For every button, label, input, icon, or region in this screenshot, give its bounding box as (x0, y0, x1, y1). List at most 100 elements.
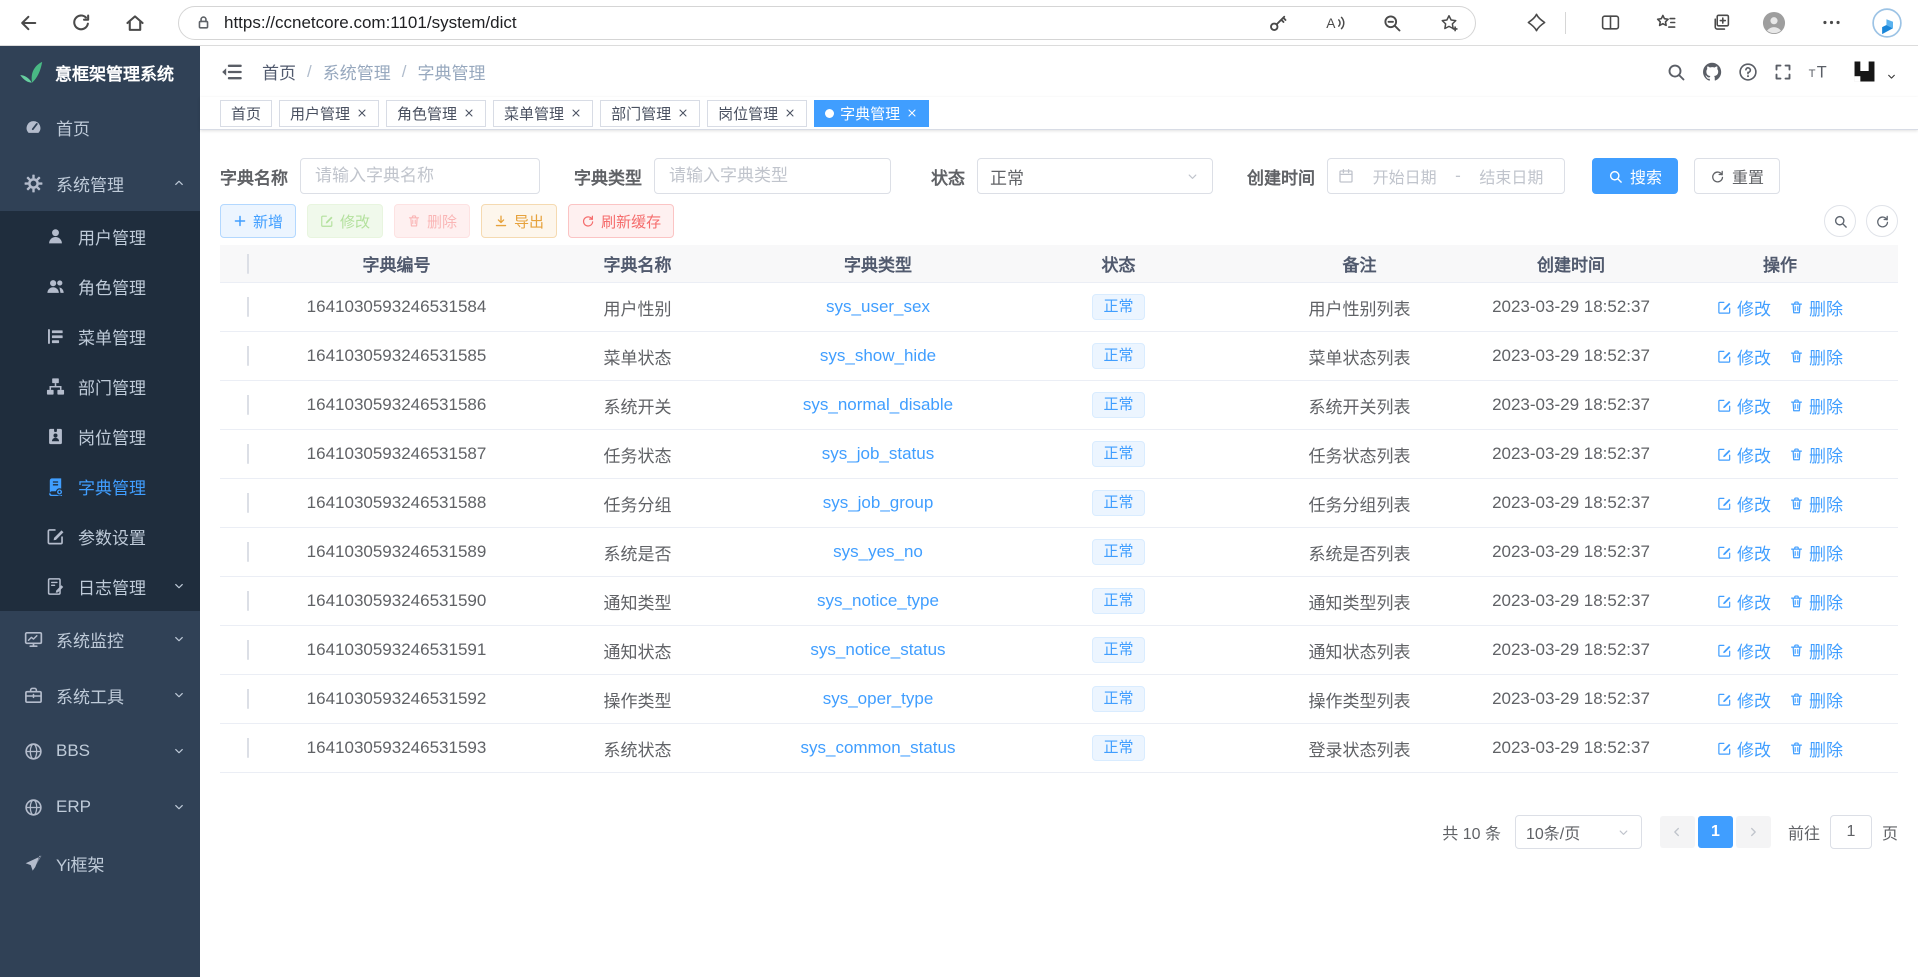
goto-page-input[interactable] (1830, 815, 1872, 849)
row-edit-link[interactable]: 修改 (1717, 589, 1771, 614)
sidebar-item-gear-1[interactable]: 系统管理 (0, 155, 200, 211)
delete-button[interactable]: 删除 (394, 204, 470, 238)
user-menu-caret-icon[interactable] (1885, 70, 1898, 83)
read-aloud-icon[interactable]: A (1325, 13, 1345, 33)
dict-type-link[interactable]: sys_oper_type (823, 689, 934, 708)
refresh-cache-button[interactable]: 刷新缓存 (568, 204, 674, 238)
row-edit-link[interactable]: 修改 (1717, 540, 1771, 565)
tab-4[interactable]: 部门管理 (600, 100, 700, 127)
github-icon[interactable] (1701, 61, 1723, 83)
user-avatar[interactable] (1850, 57, 1879, 86)
row-delete-link[interactable]: 删除 (1789, 393, 1843, 418)
tab-close-icon[interactable] (677, 107, 689, 119)
row-checkbox[interactable] (247, 689, 249, 709)
address-bar[interactable]: https://ccnetcore.com:1101/system/dict A (178, 6, 1476, 40)
zoom-out-icon[interactable] (1382, 13, 1402, 33)
tab-close-icon[interactable] (463, 107, 475, 119)
tab-close-icon[interactable] (356, 107, 368, 119)
tab-close-icon[interactable] (784, 107, 796, 119)
dict-type-link[interactable]: sys_job_group (823, 493, 934, 512)
prev-page-button[interactable] (1660, 816, 1695, 848)
sidebar-item-users-3[interactable]: 角色管理 (0, 261, 200, 311)
export-button[interactable]: 导出 (481, 204, 557, 238)
sidebar-item-user-2[interactable]: 用户管理 (0, 211, 200, 261)
row-edit-link[interactable]: 修改 (1717, 442, 1771, 467)
sidebar-item-paper-plane-14[interactable]: Yi框架 (0, 835, 200, 891)
sidebar-item-globe-12[interactable]: BBS (0, 723, 200, 779)
row-delete-link[interactable]: 删除 (1789, 344, 1843, 369)
breadcrumb-item-1[interactable]: 系统管理 (323, 59, 391, 84)
row-checkbox[interactable] (247, 738, 249, 758)
tab-2[interactable]: 角色管理 (386, 100, 486, 127)
tab-5[interactable]: 岗位管理 (707, 100, 807, 127)
row-edit-link[interactable]: 修改 (1717, 638, 1771, 663)
dict-type-link[interactable]: sys_yes_no (833, 542, 923, 561)
row-checkbox[interactable] (247, 542, 249, 562)
dict-name-input[interactable] (300, 158, 540, 194)
url-text[interactable]: https://ccnetcore.com:1101/system/dict (224, 13, 1231, 33)
sidebar-item-dashboard-0[interactable]: 首页 (0, 99, 200, 155)
sidebar-item-globe-13[interactable]: ERP (0, 779, 200, 835)
row-delete-link[interactable]: 删除 (1789, 295, 1843, 320)
row-checkbox[interactable] (247, 640, 249, 660)
row-delete-link[interactable]: 删除 (1789, 736, 1843, 761)
profile-avatar[interactable] (1761, 10, 1787, 36)
row-checkbox[interactable] (247, 591, 249, 611)
row-checkbox[interactable] (247, 395, 249, 415)
help-icon[interactable] (1738, 62, 1758, 82)
search-button[interactable]: 搜索 (1592, 158, 1678, 194)
row-delete-link[interactable]: 删除 (1789, 687, 1843, 712)
sidebar-item-dictionary-7[interactable]: 字典管理 (0, 461, 200, 511)
favorites-icon[interactable] (1655, 12, 1676, 33)
sidebar-item-edit-square-8[interactable]: 参数设置 (0, 511, 200, 561)
date-range-picker[interactable]: 开始日期 - 结束日期 (1327, 158, 1565, 194)
text-size-icon[interactable]: TT (1808, 62, 1828, 82)
row-checkbox[interactable] (247, 346, 249, 366)
password-icon[interactable] (1268, 13, 1288, 33)
row-checkbox[interactable] (247, 444, 249, 464)
edit-button[interactable]: 修改 (307, 204, 383, 238)
add-button[interactable]: 新增 (220, 204, 296, 238)
row-delete-link[interactable]: 删除 (1789, 638, 1843, 663)
row-delete-link[interactable]: 删除 (1789, 442, 1843, 467)
tab-3[interactable]: 菜单管理 (493, 100, 593, 127)
sidebar-item-id-badge-6[interactable]: 岗位管理 (0, 411, 200, 461)
breadcrumb-item-0[interactable]: 首页 (262, 59, 296, 84)
page-size-select[interactable]: 10条/页 (1515, 815, 1642, 849)
add-favorite-icon[interactable] (1439, 13, 1459, 33)
refresh-table-button[interactable] (1866, 205, 1898, 237)
page-number-button[interactable]: 1 (1698, 816, 1733, 848)
fullscreen-icon[interactable] (1773, 62, 1793, 82)
tab-close-icon[interactable] (906, 107, 918, 119)
show-search-toggle-button[interactable] (1824, 205, 1856, 237)
row-edit-link[interactable]: 修改 (1717, 491, 1771, 516)
sidebar-item-menu-list-4[interactable]: 菜单管理 (0, 311, 200, 361)
bing-sidebar-icon[interactable] (1872, 8, 1902, 38)
row-edit-link[interactable]: 修改 (1717, 736, 1771, 761)
row-edit-link[interactable]: 修改 (1717, 687, 1771, 712)
sidebar-item-toolbox-11[interactable]: 系统工具 (0, 667, 200, 723)
status-select[interactable]: 正常 (977, 158, 1213, 194)
collections-icon[interactable] (1710, 12, 1731, 33)
header-search-icon[interactable] (1666, 62, 1686, 82)
dict-type-link[interactable]: sys_notice_status (810, 640, 945, 659)
dict-type-link[interactable]: sys_common_status (801, 738, 956, 757)
sidebar-item-org-chart-5[interactable]: 部门管理 (0, 361, 200, 411)
browser-back-button[interactable] (16, 12, 38, 34)
row-delete-link[interactable]: 删除 (1789, 540, 1843, 565)
row-delete-link[interactable]: 删除 (1789, 491, 1843, 516)
tab-close-icon[interactable] (570, 107, 582, 119)
more-menu-icon[interactable] (1821, 12, 1842, 33)
lock-icon[interactable] (195, 14, 212, 31)
row-edit-link[interactable]: 修改 (1717, 295, 1771, 320)
row-checkbox[interactable] (247, 493, 249, 513)
dict-type-link[interactable]: sys_user_sex (826, 297, 930, 316)
row-edit-link[interactable]: 修改 (1717, 393, 1771, 418)
row-delete-link[interactable]: 删除 (1789, 589, 1843, 614)
row-checkbox[interactable] (247, 297, 249, 317)
split-screen-icon[interactable] (1600, 12, 1621, 33)
row-edit-link[interactable]: 修改 (1717, 344, 1771, 369)
browser-refresh-button[interactable] (70, 12, 92, 34)
next-page-button[interactable] (1736, 816, 1771, 848)
sidebar-item-monitor-10[interactable]: 系统监控 (0, 611, 200, 667)
